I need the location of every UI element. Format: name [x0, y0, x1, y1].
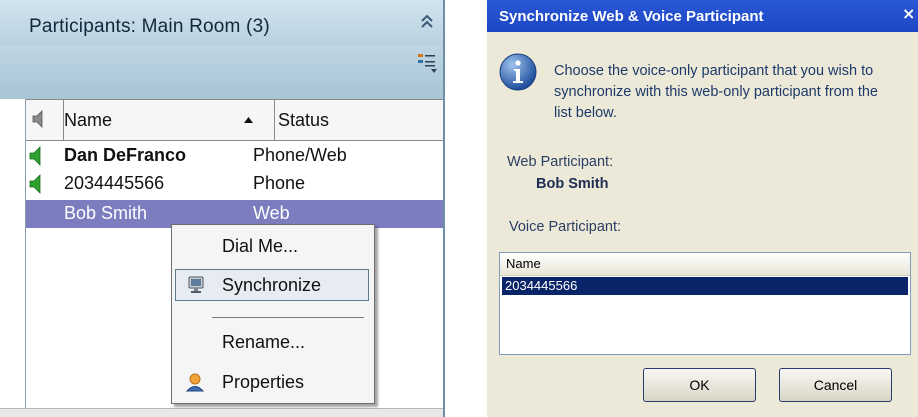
- dialog-titlebar[interactable]: Synchronize Web & Voice Participant ×: [487, 0, 918, 32]
- speaker-active-icon: [29, 146, 41, 166]
- menu-item-label: Properties: [222, 372, 305, 392]
- cancel-button[interactable]: Cancel: [779, 368, 892, 402]
- panel-header: Participants: Main Room (3): [0, 0, 443, 46]
- participant-row[interactable]: Dan DeFranco Phone/Web: [26, 142, 443, 170]
- column-header-name[interactable]: Name: [64, 100, 275, 140]
- computer-icon: [188, 276, 204, 293]
- double-chevron-up-icon[interactable]: [420, 14, 434, 30]
- list-item-label: 2034445566: [505, 278, 578, 293]
- menu-item-rename[interactable]: Rename...: [172, 326, 374, 358]
- panel-title: Participants: Main Room (3): [29, 16, 270, 37]
- participant-status: Phone: [253, 173, 306, 193]
- participant-context-menu: Dial Me... Synchronize Rename... Propert…: [171, 224, 375, 404]
- participant-status: Phone/Web: [253, 145, 347, 165]
- dialog-title: Synchronize Web & Voice Participant: [499, 8, 764, 25]
- ok-button[interactable]: OK: [643, 368, 756, 402]
- list-view-dropdown-icon[interactable]: [417, 52, 439, 74]
- column-name-label: Name: [64, 110, 113, 130]
- synchronize-dialog: Synchronize Web & Voice Participant × Ch…: [487, 0, 918, 417]
- participant-name: Bob Smith: [64, 203, 148, 223]
- close-icon[interactable]: ×: [902, 4, 915, 23]
- list-column-header[interactable]: Name: [500, 253, 910, 276]
- menu-item-label: Dial Me...: [222, 236, 299, 256]
- dialog-message: Choose the voice-only participant that y…: [554, 63, 878, 121]
- menu-item-properties[interactable]: Properties: [172, 366, 374, 398]
- list-header-label: Name: [506, 256, 541, 271]
- participant-name: Dan DeFranco: [64, 145, 187, 165]
- column-header-status[interactable]: Status: [275, 100, 443, 140]
- web-participant-value: Bob Smith: [536, 176, 609, 192]
- menu-item-synchronize[interactable]: Synchronize: [175, 269, 369, 301]
- info-icon: [499, 53, 537, 91]
- menu-item-dial-me[interactable]: Dial Me...: [172, 230, 374, 262]
- speaker-icon: [32, 110, 43, 128]
- participant-name: 2034445566: [64, 173, 165, 193]
- person-icon: [185, 373, 205, 392]
- column-header-speaker[interactable]: [26, 100, 64, 140]
- voice-participant-label: Voice Participant:: [509, 219, 622, 235]
- panel-toolbar: [0, 45, 443, 95]
- horizontal-scrollbar[interactable]: [0, 408, 443, 417]
- grid-header: Name Status: [26, 99, 443, 141]
- menu-item-label: Synchronize: [222, 275, 322, 295]
- speaker-active-icon: [29, 174, 41, 194]
- menu-separator: [212, 317, 364, 318]
- list-item-selected[interactable]: 2034445566: [502, 277, 908, 295]
- menu-item-label: Rename...: [222, 332, 306, 352]
- sort-ascending-icon: [244, 117, 253, 123]
- participant-status: Web: [253, 203, 290, 223]
- voice-participant-list[interactable]: Name 2034445566: [499, 252, 911, 355]
- participant-row[interactable]: 2034445566 Phone: [26, 170, 443, 198]
- web-participant-label: Web Participant:: [507, 154, 614, 170]
- column-status-label: Status: [278, 110, 330, 130]
